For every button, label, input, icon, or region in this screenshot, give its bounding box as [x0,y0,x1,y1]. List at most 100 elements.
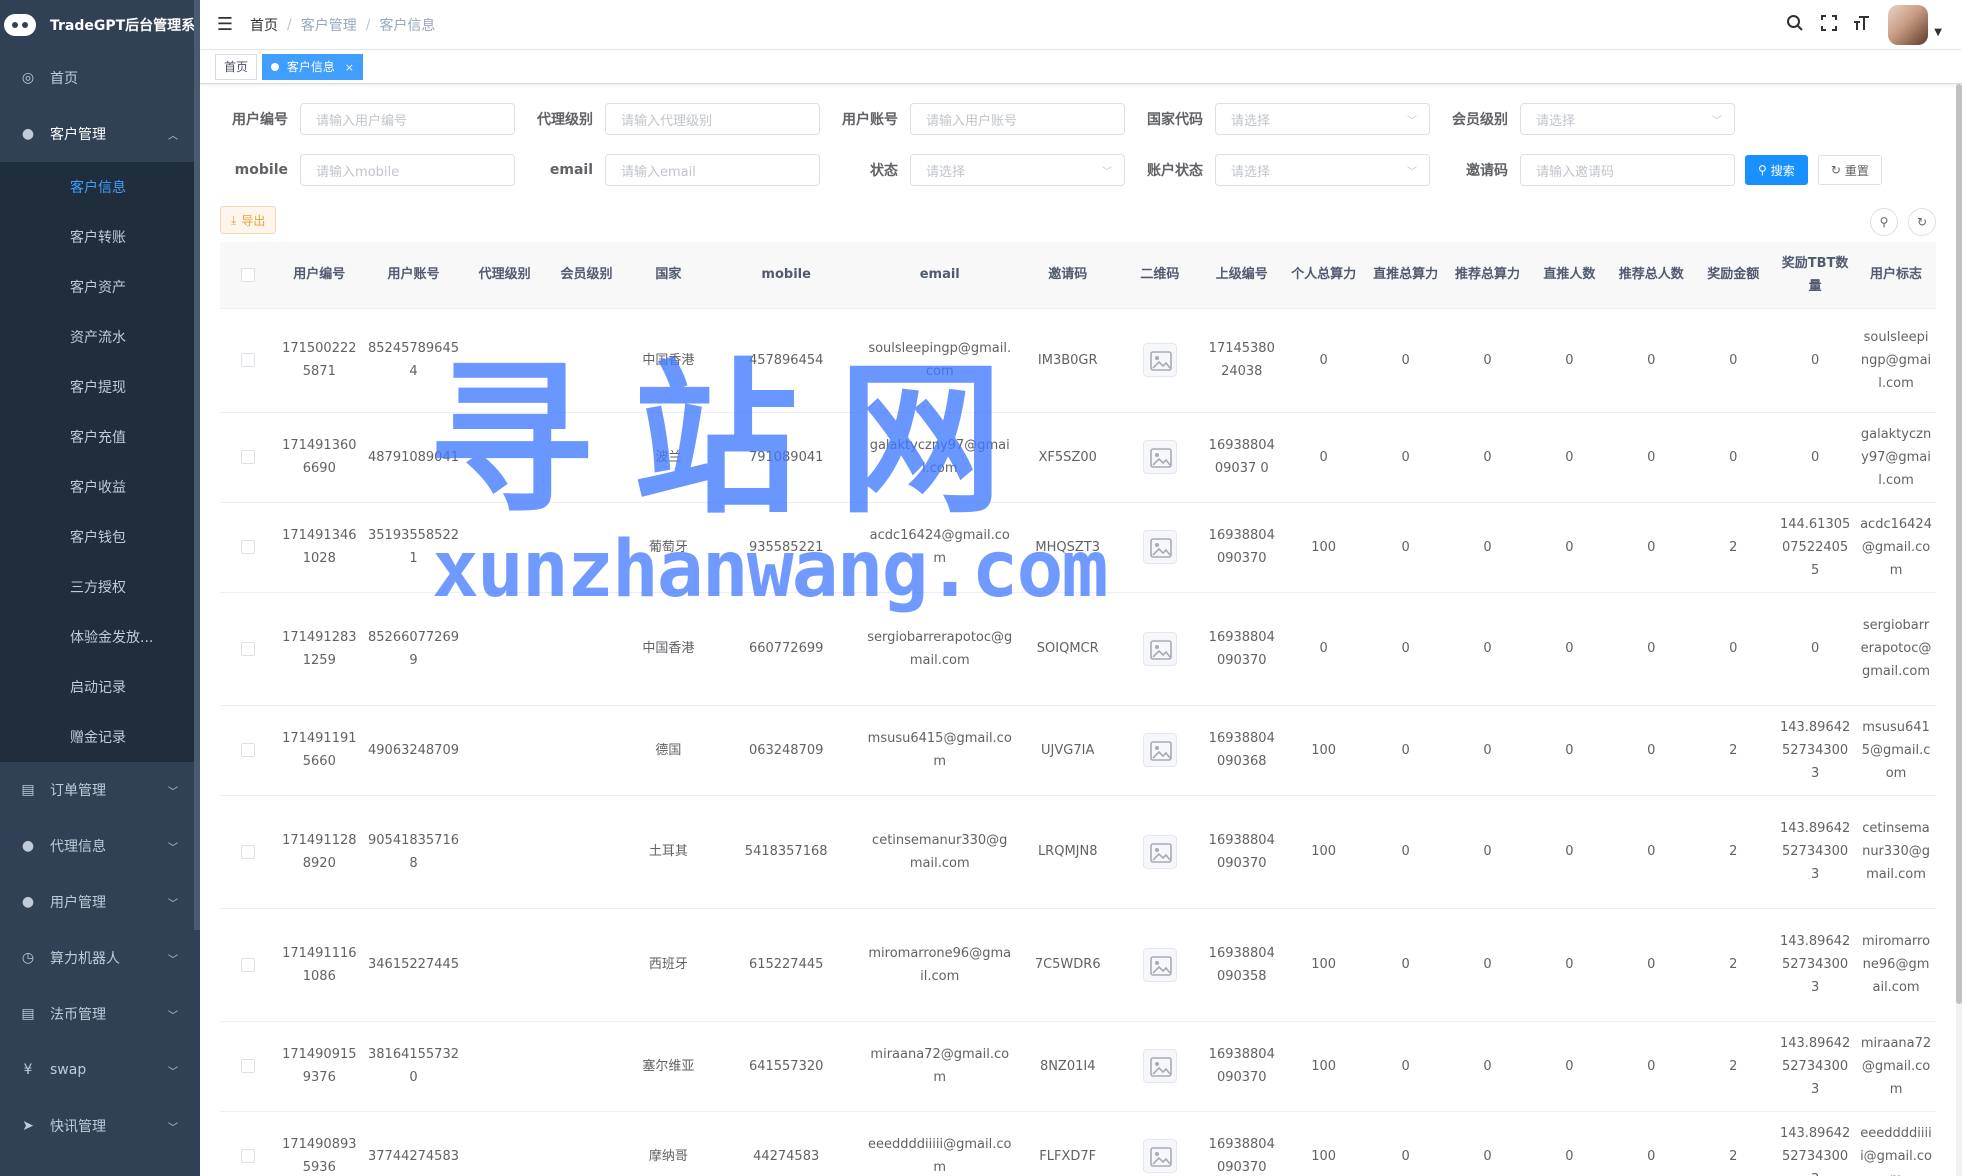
tag-customer-info[interactable]: 客户信息 × [262,53,363,80]
account-status-select[interactable]: 请选择 ﹀ [1215,154,1430,186]
column-header[interactable]: 会员级别 [545,242,628,309]
refresh-icon: ↻ [1830,163,1841,177]
column-header[interactable]: 推荐总算力 [1446,242,1529,309]
search-icon[interactable] [1778,14,1812,37]
sidebar-subitem-customer-transfer[interactable]: 客户转账 [0,212,200,262]
sidebar-subitem-withdraw[interactable]: 客户提现 [0,362,200,412]
sidebar-subitem-launch-records[interactable]: 启动记录 [0,662,200,712]
sidebar-subitem-asset-flow[interactable]: 资产流水 [0,312,200,362]
sidebar-subitem-wallet[interactable]: 客户钱包 [0,512,200,562]
row-checkbox[interactable] [240,1059,255,1073]
sidebar-item-users[interactable]: ● 用户管理 ﹀ [0,874,200,930]
status-select[interactable]: 请选择 ﹀ [910,154,1125,186]
close-icon[interactable]: × [345,61,354,74]
image-placeholder-icon[interactable] [1142,733,1177,767]
column-header[interactable]: 上级编号 [1200,242,1283,309]
invite-code-input[interactable]: 请输入邀请码 [1520,154,1735,186]
country-code-select[interactable]: 请选择 ﹀ [1215,103,1430,135]
toggle-search-button[interactable]: ⚲ [1870,208,1898,236]
table-row[interactable]: 1714913606690 48791089041 波兰 791089041 galak… [220,412,1936,503]
column-header[interactable]: mobile [709,242,863,309]
column-header[interactable]: 用户编号 [275,242,364,309]
image-placeholder-icon[interactable] [1142,1049,1177,1083]
sidebar-item-home[interactable]: ◎ 首页 [0,50,200,106]
column-header[interactable]: 用户标志 [1856,242,1936,309]
image-placeholder-icon[interactable] [1142,834,1177,869]
select-all-checkbox[interactable] [240,267,255,282]
row-checkbox[interactable] [240,957,255,972]
column-header[interactable]: 邀请码 [1016,242,1119,309]
row-checkbox[interactable] [240,450,255,464]
row-checkbox[interactable] [240,1149,255,1163]
hamburger-icon[interactable]: ☰ [200,0,250,50]
column-header[interactable]: 直推人数 [1528,242,1611,309]
sidebar-subitem-bonus-records[interactable]: 赠金记录 [0,712,200,762]
sidebar-item-swap[interactable]: ¥ swap ﹀ [0,1042,200,1098]
sidebar-item-agents[interactable]: ● 代理信息 ﹀ [0,818,200,874]
search-button[interactable]: ⚲ 搜索 [1745,155,1808,185]
table-row[interactable]: 1714909159376 381641557320 塞尔维亚 641557320 mi… [220,1021,1936,1112]
row-checkbox[interactable] [240,844,255,859]
sidebar-subitem-recharge[interactable]: 客户充值 [0,412,200,462]
table-row[interactable]: 1714908935936 37744274583 摩纳哥 44274583 eeedd… [220,1111,1936,1176]
email-input[interactable]: 请输入email [605,154,820,186]
image-placeholder-icon[interactable] [1142,530,1177,564]
column-header[interactable]: email [862,242,1017,309]
column-header[interactable]: 奖励金额 [1692,242,1775,309]
column-header[interactable]: 代理级别 [463,242,546,309]
avatar[interactable] [1888,5,1929,45]
column-header[interactable]: 个人总算力 [1282,242,1365,309]
agent-level-input[interactable]: 请输入代理级别 [605,103,820,135]
sidebar-item-fiat[interactable]: ▤ 法币管理 ﹀ [0,986,200,1042]
brand[interactable]: TradeGPT后台管理系统 [0,0,200,50]
user-id-input[interactable]: 请输入用户编号 [300,103,515,135]
sidebar-item-hashrate-robot[interactable]: ◷ 算力机器人 ﹀ [0,930,200,986]
sidebar-item-news[interactable]: ➤ 快讯管理 ﹀ [0,1098,200,1154]
image-placeholder-icon[interactable] [1142,440,1177,474]
image-placeholder-icon[interactable] [1142,343,1177,377]
main-scrollbar-thumb[interactable] [1956,84,1962,1004]
row-checkbox[interactable] [240,353,255,367]
caret-down-icon[interactable]: ▼ [1934,27,1942,38]
table-cell: 中国香港 [627,308,710,413]
breadcrumb-home[interactable]: 首页 [250,15,278,35]
breadcrumb-customer-management[interactable]: 客户管理 [301,15,357,35]
table-cell: 0 [1610,412,1693,503]
sidebar-item-orders[interactable]: ▤ 订单管理 ﹀ [0,762,200,818]
table-row[interactable]: 1714911288920 905418357168 土耳其 5418357168 ce… [220,795,1936,909]
main-scrollbar[interactable] [1956,84,1962,1176]
member-level-select[interactable]: 请选择 ﹀ [1520,103,1735,135]
reset-button[interactable]: ↻ 重置 [1817,155,1882,185]
column-header[interactable]: 用户账号 [363,242,464,309]
column-header[interactable]: 奖励TBT数量 [1774,242,1857,309]
fullscreen-icon[interactable] [1812,14,1846,37]
table-row[interactable]: 1715002225871 852457896454 中国香港 457896454 so… [220,308,1936,413]
table-row[interactable]: 1714913461028 351935585221 葡萄牙 935585221 acd… [220,502,1936,593]
sidebar-subitem-earnings[interactable]: 客户收益 [0,462,200,512]
column-header[interactable]: 推荐总人数 [1610,242,1693,309]
chevron-down-icon: ﹀ [168,1066,178,1078]
user-account-input[interactable]: 请输入用户账号 [910,103,1125,135]
row-checkbox[interactable] [240,743,255,757]
sidebar-subitem-third-party-auth[interactable]: 三方授权 [0,562,200,612]
tag-home[interactable]: 首页 [215,53,258,80]
refresh-button[interactable]: ↻ [1908,208,1936,236]
export-button[interactable]: ⤓ 导出 [220,206,277,234]
column-header[interactable]: 国家 [627,242,710,309]
column-header[interactable]: 二维码 [1118,242,1201,309]
table-row[interactable]: 1714911915660 49063248709 德国 063248709 msusu… [220,705,1936,796]
sidebar-subitem-trial-funds[interactable]: 体验金发放... [0,612,200,662]
row-checkbox[interactable] [240,641,255,656]
sidebar-subitem-customer-assets[interactable]: 客户资产 [0,262,200,312]
image-placeholder-icon[interactable] [1142,1139,1177,1173]
image-placeholder-icon[interactable] [1142,947,1177,982]
sidebar-subitem-customer-info[interactable]: 客户信息 [0,162,200,212]
mobile-input[interactable]: 请输入mobile [300,154,515,186]
table-row[interactable]: 1714912831259 852660772699 中国香港 660772699 se… [220,592,1936,706]
font-size-icon[interactable] [1846,14,1880,37]
sidebar-item-customer-management[interactable]: ● 客户管理 ︿ [0,106,200,162]
table-row[interactable]: 1714911161086 34615227445 西班牙 615227445 miro… [220,908,1936,1022]
row-checkbox[interactable] [240,540,255,554]
column-header[interactable]: 直推总算力 [1364,242,1447,309]
image-placeholder-icon[interactable] [1142,631,1177,666]
